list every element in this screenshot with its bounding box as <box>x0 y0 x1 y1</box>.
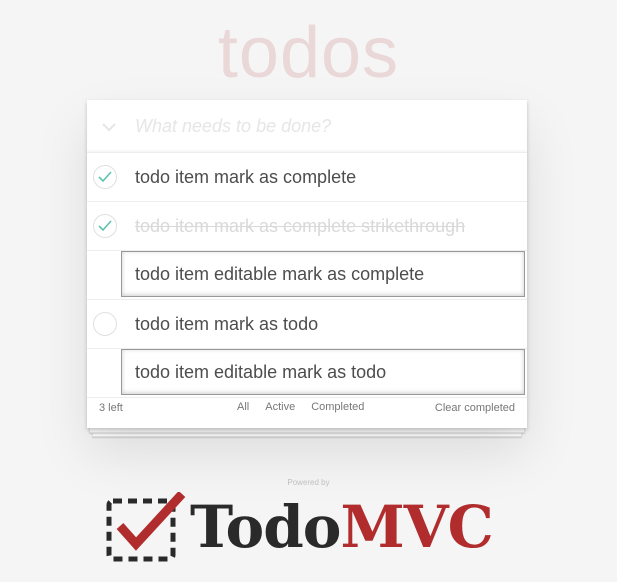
filter-completed[interactable]: Completed <box>303 401 372 413</box>
filter-active[interactable]: Active <box>257 401 303 413</box>
todo-edit-value: todo item editable mark as todo <box>135 362 387 382</box>
new-todo-row <box>87 100 527 153</box>
todo-item: todo item mark as complete strikethrough <box>87 202 527 251</box>
clear-completed-button[interactable]: Clear completed <box>435 402 515 414</box>
todo-item-editing: todo item editable mark as complete <box>87 251 527 300</box>
filter-all[interactable]: All <box>237 401 257 413</box>
todo-edit-value: todo item editable mark as complete <box>135 264 425 284</box>
toggle-all-button[interactable] <box>95 113 123 141</box>
todo-item-editing: todo item editable mark as todo <box>87 349 527 398</box>
powered-by-text: Powered by <box>287 478 330 487</box>
chevron-down-icon <box>102 123 116 132</box>
todo-item: todo item mark as todo <box>87 300 527 349</box>
logo-todo-text: Todo <box>190 493 341 561</box>
logo-wordmark: TodoMVC <box>190 492 494 562</box>
todo-toggle[interactable] <box>93 312 117 336</box>
todo-toggle[interactable] <box>93 214 117 238</box>
filters: All Active Completed <box>237 401 372 413</box>
todo-label[interactable]: todo item mark as complete <box>135 167 356 188</box>
todo-footer: 3 left All Active Completed Clear comple… <box>87 398 527 428</box>
todo-count: 3 left <box>99 402 123 414</box>
logo-mvc-text: MVC <box>340 493 493 561</box>
todomvc-logo[interactable]: TodoMVC <box>106 490 516 562</box>
checkbox-logo-icon <box>106 490 186 562</box>
check-icon <box>98 171 112 183</box>
app-title: todos <box>217 13 400 93</box>
todo-toggle[interactable] <box>93 165 117 189</box>
todo-label[interactable]: todo item mark as complete strikethrough <box>135 216 465 237</box>
todo-label[interactable]: todo item mark as todo <box>135 314 318 335</box>
todo-item: todo item mark as complete <box>87 153 527 202</box>
todo-edit-input[interactable]: todo item editable mark as complete <box>121 251 525 297</box>
todo-app: todo item mark as complete todo item mar… <box>87 100 527 428</box>
todo-edit-input[interactable]: todo item editable mark as todo <box>121 349 525 395</box>
new-todo-input[interactable] <box>135 110 515 142</box>
check-icon <box>98 220 112 232</box>
